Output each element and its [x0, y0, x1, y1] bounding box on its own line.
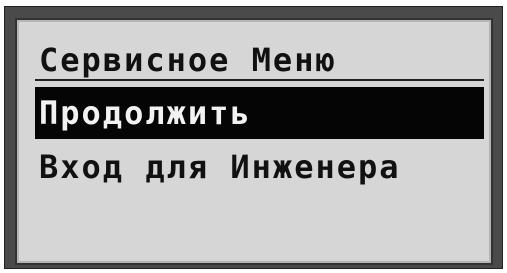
device-bezel: Сервисное Меню Продолжить Вход для Инжен…	[0, 0, 507, 273]
title-divider	[35, 79, 484, 81]
menu-item-engineer-login[interactable]: Вход для Инженера	[39, 147, 479, 187]
menu-item-continue[interactable]: Продолжить	[35, 87, 484, 139]
lcd-screen: Сервисное Меню Продолжить Вход для Инжен…	[15, 18, 493, 265]
menu-title: Сервисное Меню	[39, 41, 337, 79]
menu-item-continue-label: Продолжить	[39, 94, 252, 132]
